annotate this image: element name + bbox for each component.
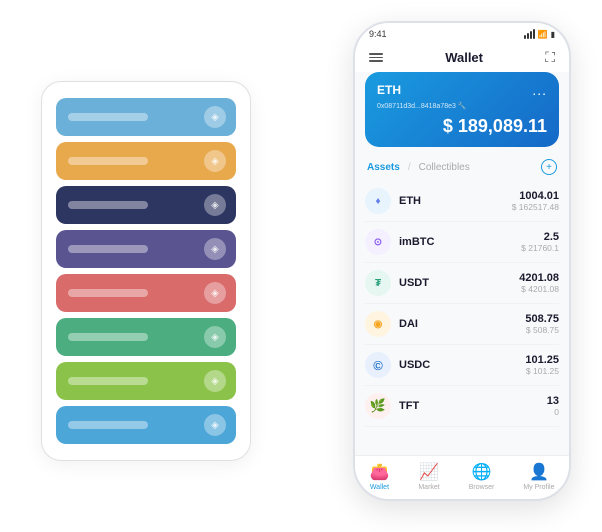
card-item-1[interactable]: ◈	[56, 98, 236, 136]
asset-icon-eth: ♦	[365, 188, 391, 214]
card-text-line-7	[68, 377, 148, 385]
eth-card-address: 0x08711d3d...8418a78e3 🔧	[377, 102, 547, 110]
eth-card-top: ETH ...	[377, 82, 547, 98]
card-text-line-2	[68, 157, 148, 165]
asset-row-dai[interactable]: ◉ DAI 508.75 $ 508.75	[365, 304, 559, 345]
battery-icon: ▮	[551, 30, 555, 39]
card-dot-3: ◈	[204, 194, 226, 216]
profile-nav-icon: 👤	[529, 462, 549, 482]
market-nav-icon: 📈	[419, 462, 439, 482]
card-dot-8: ◈	[204, 414, 226, 436]
asset-usd-usdt: $ 4201.08	[519, 284, 559, 294]
tab-divider: /	[408, 162, 411, 173]
page-title: Wallet	[445, 50, 483, 65]
card-text-line-6	[68, 333, 148, 341]
card-text-line-3	[68, 201, 148, 209]
asset-name-usdc: USDC	[399, 359, 525, 371]
add-asset-button[interactable]: +	[541, 159, 557, 175]
bottom-nav: 👛 Wallet 📈 Market 🌐 Browser 👤 My Profile	[355, 455, 569, 499]
asset-usd-eth: $ 162517.48	[512, 202, 559, 212]
asset-row-imbtc[interactable]: ⊙ imBTC 2.5 $ 21760.1	[365, 222, 559, 263]
asset-amount-usdt: 4201.08	[519, 272, 559, 284]
asset-row-eth[interactable]: ♦ ETH 1004.01 $ 162517.48	[365, 181, 559, 222]
profile-nav-label: My Profile	[523, 484, 554, 491]
asset-name-dai: DAI	[399, 318, 525, 330]
browser-nav-label: Browser	[469, 484, 495, 491]
nav-wallet[interactable]: 👛 Wallet	[369, 462, 389, 491]
asset-amount-tft: 13	[547, 395, 559, 407]
eth-card-more[interactable]: ...	[532, 82, 547, 98]
asset-icon-tft: 🌿	[365, 393, 391, 419]
asset-amount-imbtc: 2.5	[521, 231, 559, 243]
asset-amount-usdc: 101.25	[525, 354, 559, 366]
asset-row-usdt[interactable]: ₮ USDT 4201.08 $ 4201.08	[365, 263, 559, 304]
asset-icon-imbtc: ⊙	[365, 229, 391, 255]
asset-amounts-usdt: 4201.08 $ 4201.08	[519, 272, 559, 294]
card-dot-1: ◈	[204, 106, 226, 128]
card-text-line-8	[68, 421, 148, 429]
card-item-3[interactable]: ◈	[56, 186, 236, 224]
wifi-icon: 📶	[538, 30, 548, 39]
asset-icon-usdc: ©	[365, 352, 391, 378]
card-item-6[interactable]: ◈	[56, 318, 236, 356]
market-nav-label: Market	[418, 484, 439, 491]
asset-name-imbtc: imBTC	[399, 236, 521, 248]
card-text-line-5	[68, 289, 148, 297]
expand-icon[interactable]: ⛶	[545, 49, 555, 66]
tab-assets[interactable]: Assets	[367, 162, 400, 173]
asset-name-eth: ETH	[399, 195, 512, 207]
status-icons: 📶 ▮	[524, 29, 555, 39]
eth-card-balance: $ 189,089.11	[377, 116, 547, 137]
card-item-2[interactable]: ◈	[56, 142, 236, 180]
scene: ◈ ◈ ◈ ◈ ◈ ◈ ◈ ◈	[21, 21, 581, 511]
card-item-5[interactable]: ◈	[56, 274, 236, 312]
asset-row-usdc[interactable]: © USDC 101.25 $ 101.25	[365, 345, 559, 386]
asset-usd-tft: 0	[547, 407, 559, 417]
tab-collectibles[interactable]: Collectibles	[419, 162, 470, 173]
card-dot-2: ◈	[204, 150, 226, 172]
card-dot-7: ◈	[204, 370, 226, 392]
nav-profile[interactable]: 👤 My Profile	[523, 462, 554, 491]
menu-icon[interactable]	[369, 53, 383, 62]
browser-nav-icon: 🌐	[472, 462, 492, 482]
asset-amount-eth: 1004.01	[512, 190, 559, 202]
asset-list: ♦ ETH 1004.01 $ 162517.48 ⊙ imBTC 2.5 $ …	[355, 181, 569, 455]
asset-amounts-eth: 1004.01 $ 162517.48	[512, 190, 559, 212]
asset-usd-dai: $ 508.75	[525, 325, 559, 335]
card-stack: ◈ ◈ ◈ ◈ ◈ ◈ ◈ ◈	[41, 81, 251, 461]
card-text-line-1	[68, 113, 148, 121]
asset-usd-usdc: $ 101.25	[525, 366, 559, 376]
assets-tabs: Assets / Collectibles	[367, 162, 470, 173]
card-item-7[interactable]: ◈	[56, 362, 236, 400]
card-dot-5: ◈	[204, 282, 226, 304]
asset-usd-imbtc: $ 21760.1	[521, 243, 559, 253]
asset-name-tft: TFT	[399, 400, 547, 412]
card-text-line-4	[68, 245, 148, 253]
card-dot-6: ◈	[204, 326, 226, 348]
asset-amounts-imbtc: 2.5 $ 21760.1	[521, 231, 559, 253]
assets-header: Assets / Collectibles +	[355, 155, 569, 181]
asset-amount-dai: 508.75	[525, 313, 559, 325]
wallet-nav-label: Wallet	[370, 484, 389, 491]
phone-header: Wallet ⛶	[355, 43, 569, 72]
nav-browser[interactable]: 🌐 Browser	[469, 462, 495, 491]
eth-card[interactable]: ETH ... 0x08711d3d...8418a78e3 🔧 $ 189,0…	[365, 72, 559, 147]
wallet-nav-icon: 👛	[369, 462, 389, 482]
asset-name-usdt: USDT	[399, 277, 519, 289]
asset-row-tft[interactable]: 🌿 TFT 13 0	[365, 386, 559, 427]
status-bar: 9:41 📶 ▮	[355, 23, 569, 43]
asset-amounts-dai: 508.75 $ 508.75	[525, 313, 559, 335]
nav-market[interactable]: 📈 Market	[418, 462, 439, 491]
phone: 9:41 📶 ▮ Wallet ⛶	[353, 21, 571, 501]
card-dot-4: ◈	[204, 238, 226, 260]
asset-icon-dai: ◉	[365, 311, 391, 337]
asset-amounts-usdc: 101.25 $ 101.25	[525, 354, 559, 376]
asset-amounts-tft: 13 0	[547, 395, 559, 417]
signal-icon	[524, 29, 535, 39]
status-time: 9:41	[369, 29, 387, 39]
card-item-4[interactable]: ◈	[56, 230, 236, 268]
eth-card-label: ETH	[377, 83, 401, 97]
asset-icon-usdt: ₮	[365, 270, 391, 296]
card-item-8[interactable]: ◈	[56, 406, 236, 444]
